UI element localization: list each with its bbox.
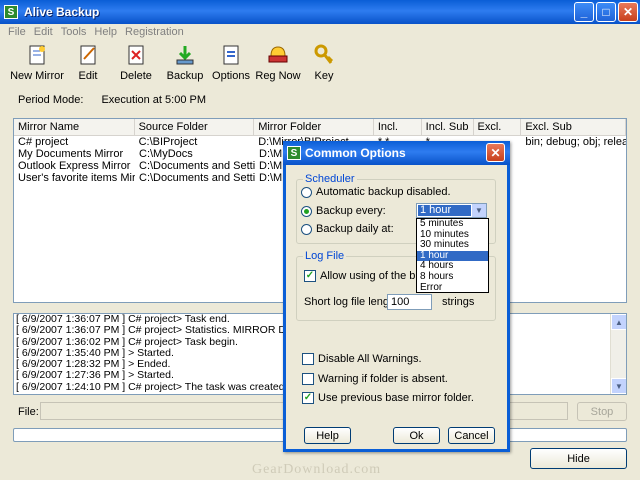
interval-dropdown-list: 5 minutes 10 minutes 30 minutes 1 hour 4… [416,218,489,293]
edit-icon [80,45,96,65]
key-button[interactable]: Key [302,42,346,86]
cell: My Documents Mirror [18,148,124,160]
col-mirror-folder[interactable]: Mirror Folder [254,119,374,135]
radio-label: Backup every: [316,205,386,217]
reg-now-button[interactable]: Reg Now [254,42,302,86]
radio-label: Automatic backup disabled. [316,186,451,198]
new-mirror-button[interactable]: New Mirror [8,42,66,86]
period-mode-label: Period Mode: [18,94,84,106]
chevron-down-icon[interactable]: ▼ [472,204,486,217]
delete-button[interactable]: Delete [110,42,162,86]
options-icon [223,45,239,65]
radio-icon [301,186,312,198]
dialog-title-bar: S Common Options ✕ [283,141,510,165]
backup-label: Backup [166,70,204,82]
delete-icon [128,45,144,65]
reg-now-label: Reg Now [255,70,301,82]
col-excl[interactable]: Excl. [474,119,522,135]
reg-now-icon [268,46,288,63]
checkbox-label: Use previous base mirror folder. [318,392,474,404]
scroll-down-icon[interactable]: ▼ [611,378,626,394]
cell: bin; debug; obj; release; [525,136,626,148]
col-excl-sub[interactable]: Excl. Sub [521,119,626,135]
maximize-button[interactable]: □ [596,2,616,22]
checkbox-checked-icon: ✓ [302,392,314,404]
period-mode-value: Execution at 5:00 PM [101,94,206,106]
radio-backup-daily[interactable]: Backup daily at: [301,223,394,235]
col-mirror-name[interactable]: Mirror Name [14,119,135,135]
mirror-list-header: Mirror Name Source Folder Mirror Folder … [14,119,626,136]
backup-icon [176,46,194,65]
scheduler-legend: Scheduler [303,173,357,185]
title-bar: S Alive Backup _ □ ✕ [0,0,640,24]
disable-warnings-checkbox[interactable]: Disable All Warnings. [302,353,422,365]
interval-option[interactable]: 5 minutes [417,218,488,230]
log-scrollbar[interactable]: ▲ ▼ [610,314,626,394]
cell: C:\Documents and Setting... [139,160,255,172]
hide-button[interactable]: Hide [530,448,627,469]
common-options-dialog: S Common Options ✕ Scheduler Automatic b… [283,141,510,452]
interval-option[interactable]: 8 hours [417,271,488,283]
checkbox-icon [302,353,314,365]
cell: Outlook Express Mirror [18,160,131,172]
col-source-folder[interactable]: Source Folder [135,119,255,135]
use-prev-base-checkbox[interactable]: ✓ Use previous base mirror folder. [302,392,474,404]
col-incl-sub[interactable]: Incl. Sub [422,119,474,135]
checkbox-checked-icon: ✓ [304,270,316,282]
menu-help[interactable]: Help [90,26,121,38]
interval-select-value: 1 hour [418,205,471,216]
cell: C# project [18,136,69,148]
cell: C:\BIProject [138,136,198,148]
dialog-close-button[interactable]: ✕ [486,143,505,162]
new-mirror-icon [29,45,45,65]
ok-button[interactable]: Ok [393,427,440,444]
radio-icon [301,223,312,235]
interval-option[interactable]: Error [417,282,488,294]
watermark: GearDownload.com [252,462,382,477]
options-button[interactable]: Options [208,42,254,86]
edit-button[interactable]: Edit [66,42,110,86]
short-log-length-input[interactable]: 100 [387,294,432,310]
cell: User's favorite items Mirror [18,172,135,184]
menu-tools[interactable]: Tools [57,26,91,38]
menu-file[interactable]: File [4,26,30,38]
log-file-legend: Log File [303,250,347,262]
checkbox-label: Disable All Warnings. [318,353,422,365]
options-label: Options [212,70,250,82]
menu-bar: File Edit Tools Help Registration [0,24,640,40]
short-log-length-unit: strings [442,296,475,308]
window-title: Alive Backup [24,5,100,19]
period-mode: Period Mode: Execution at 5:00 PM [18,94,206,106]
dialog-title: Common Options [305,146,406,160]
edit-label: Edit [78,70,98,82]
radio-backup-every[interactable]: Backup every: [301,205,386,217]
menu-edit[interactable]: Edit [30,26,57,38]
cancel-button[interactable]: Cancel [448,427,495,444]
stop-button[interactable]: Stop [577,402,627,421]
backup-button[interactable]: Backup [162,42,208,86]
delete-label: Delete [120,70,152,82]
dialog-app-icon: S [287,146,301,160]
radio-selected-icon [301,205,312,217]
key-icon [314,44,334,64]
close-button[interactable]: ✕ [618,2,638,22]
radio-auto-disabled[interactable]: Automatic backup disabled. [301,186,451,198]
interval-select[interactable]: 1 hour ▼ [416,203,487,218]
app-icon: S [4,5,18,19]
key-label: Key [314,70,334,82]
toolbar: New Mirror Edit Delete Backup Options Re… [8,42,346,86]
cell: C:\MyDocs [139,148,193,160]
warning-folder-absent-checkbox[interactable]: Warning if folder is absent. [302,373,448,385]
menu-registration[interactable]: Registration [121,26,188,38]
new-mirror-label: New Mirror [10,70,64,82]
file-label: File: [18,406,39,418]
checkbox-label: Warning if folder is absent. [318,373,448,385]
col-incl[interactable]: Incl. [374,119,422,135]
minimize-button[interactable]: _ [574,2,594,22]
scroll-up-icon[interactable]: ▲ [611,314,626,330]
cell: C:\Documents and Setting... [139,172,255,184]
checkbox-icon [302,373,314,385]
help-button[interactable]: Help [304,427,351,444]
radio-label: Backup daily at: [316,223,394,235]
